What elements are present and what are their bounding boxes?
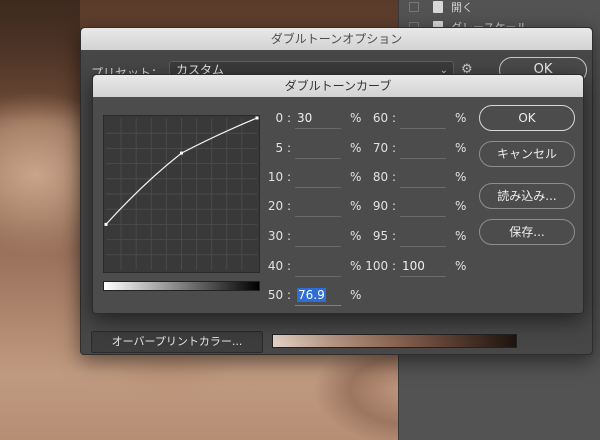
percent-label: %: [350, 288, 362, 302]
document-icon: [433, 1, 443, 13]
load-button[interactable]: 読み込み...: [479, 183, 575, 209]
percent-label: %: [350, 111, 362, 125]
field-input[interactable]: [400, 197, 446, 217]
field-label: 60 :: [372, 111, 396, 125]
field-label: 80 :: [372, 170, 396, 184]
field-label: 95 :: [372, 229, 396, 243]
field-input[interactable]: 30: [295, 109, 341, 129]
duotone-curve-dialog: ダブルトーンカーブ 0 : 30 % 5 : % 10 : % 20 : % 3…: [92, 74, 584, 314]
overprint-colors-button[interactable]: オーバープリントカラー...: [91, 331, 263, 353]
field-input[interactable]: [295, 168, 341, 188]
field-label: 10 :: [267, 170, 291, 184]
panel-row-label: 開く: [451, 1, 473, 14]
dialog-title: ダブルトーンカーブ: [93, 75, 583, 97]
percent-label: %: [350, 259, 362, 273]
field-input[interactable]: [295, 197, 341, 217]
percent-label: %: [350, 141, 362, 155]
visibility-checkbox[interactable]: [409, 2, 419, 12]
curve-graph[interactable]: [103, 115, 260, 273]
percent-label: %: [350, 170, 362, 184]
dialog-title: ダブルトーンオプション: [81, 28, 592, 50]
field-label: 5 :: [275, 141, 292, 155]
selected-value: 76.9: [297, 288, 326, 302]
save-button[interactable]: 保存...: [479, 219, 575, 245]
curve-point: [104, 222, 108, 226]
field-label: 90 :: [372, 199, 396, 213]
percent-label: %: [350, 199, 362, 213]
field-input[interactable]: [400, 109, 446, 129]
field-input[interactable]: [295, 257, 341, 277]
percent-label: %: [455, 170, 467, 184]
field-label: 30 :: [267, 229, 291, 243]
photo-shadow: [0, 0, 80, 120]
percent-label: %: [455, 111, 467, 125]
field-input[interactable]: 100: [400, 257, 446, 277]
percent-label: %: [455, 141, 467, 155]
field-label: 0 :: [275, 111, 292, 125]
percent-label: %: [455, 259, 467, 273]
duotone-gradient-bar: [272, 334, 517, 348]
field-label: 40 :: [267, 259, 291, 273]
field-input-active[interactable]: 76.9: [295, 286, 341, 306]
field-label: 20 :: [267, 199, 291, 213]
panel-row-open[interactable]: 開く: [399, 0, 600, 16]
grayscale-ramp: [103, 281, 260, 291]
curve-svg: [104, 116, 259, 270]
field-input[interactable]: [295, 139, 341, 159]
curve-point: [180, 151, 183, 155]
field-input[interactable]: [400, 227, 446, 247]
field-input[interactable]: [400, 168, 446, 188]
percent-label: %: [350, 229, 362, 243]
field-label: 100 :: [365, 259, 396, 273]
percent-label: %: [455, 199, 467, 213]
percent-label: %: [455, 229, 467, 243]
field-label: 50 :: [267, 288, 291, 302]
curve-point: [255, 116, 259, 120]
ok-button[interactable]: OK: [479, 105, 575, 131]
field-label: 70 :: [372, 141, 396, 155]
field-input[interactable]: [400, 139, 446, 159]
cancel-button[interactable]: キャンセル: [479, 141, 575, 167]
field-input[interactable]: [295, 227, 341, 247]
